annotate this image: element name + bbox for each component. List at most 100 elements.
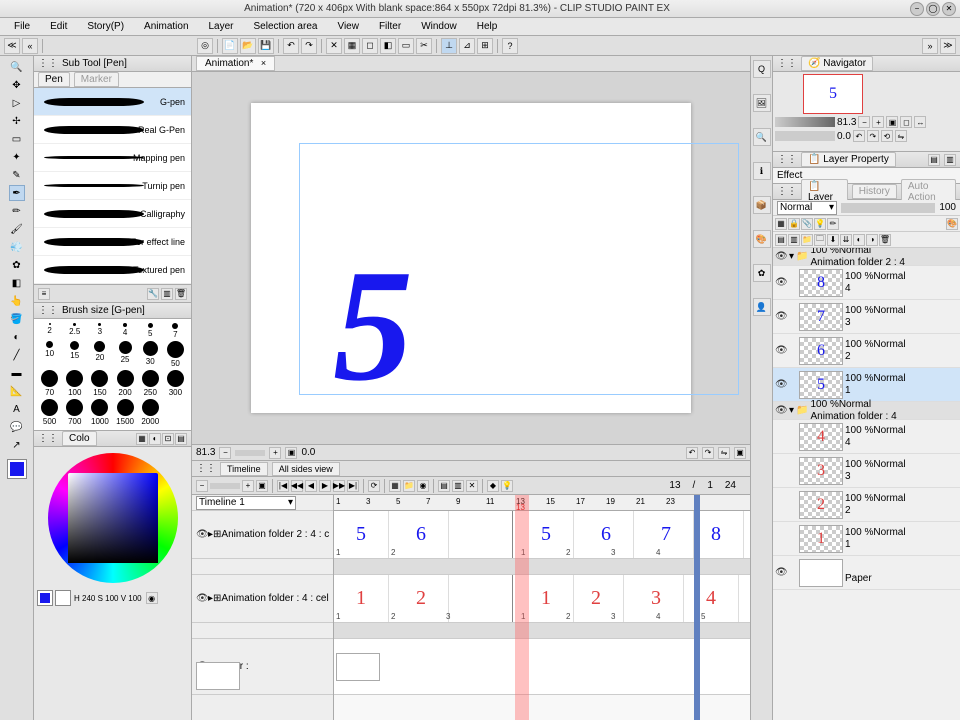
brush-size-7[interactable]: 7 xyxy=(164,323,187,339)
brush-size-30[interactable]: 30 xyxy=(139,341,162,368)
lock-trans-icon[interactable]: ▦ xyxy=(775,218,787,230)
nav-reset-icon[interactable]: ⟲ xyxy=(881,130,893,142)
color-history-icon[interactable]: ▤ xyxy=(175,433,187,445)
undo-icon[interactable]: ↶ xyxy=(283,38,299,54)
nav-zoom-slider[interactable] xyxy=(775,117,835,127)
airbrush-tool[interactable]: 💨 xyxy=(9,239,25,255)
color-set-icon[interactable]: ▦ xyxy=(136,433,148,445)
draft-icon[interactable]: ✏ xyxy=(827,218,839,230)
frame-cell[interactable]: 6 xyxy=(579,511,634,558)
balloon-tool[interactable]: 💬 xyxy=(9,419,25,435)
save-icon[interactable]: 💾 xyxy=(258,38,274,54)
menu-layer[interactable]: Layer xyxy=(199,19,244,34)
new-vector-icon[interactable]: ▥ xyxy=(788,234,800,246)
brush-size-1000[interactable]: 1000 xyxy=(88,399,111,426)
nav-rotright-icon[interactable]: ↷ xyxy=(867,130,879,142)
history-tab[interactable]: History xyxy=(852,184,897,199)
clip-studio-icon[interactable]: ◎ xyxy=(197,38,213,54)
frame-cell[interactable]: 4 xyxy=(684,575,739,622)
brush-size-100[interactable]: 100 xyxy=(63,370,86,397)
material3-icon[interactable]: 👤 xyxy=(753,298,771,316)
redo-icon[interactable]: ↷ xyxy=(301,38,317,54)
minimize-button[interactable]: − xyxy=(910,2,924,16)
close-button[interactable]: ✕ xyxy=(942,2,956,16)
playhead[interactable] xyxy=(515,495,529,720)
layer-row[interactable]: 1100 %Normal1 xyxy=(773,522,960,556)
ref-icon[interactable]: 💡 xyxy=(814,218,826,230)
handle-icon[interactable]: ⋮⋮ xyxy=(38,305,58,316)
gradient-tool[interactable]: ◐ xyxy=(9,329,25,345)
new-lfolder-icon[interactable]: 🗀 xyxy=(814,234,826,246)
border-icon[interactable]: ▭ xyxy=(398,38,414,54)
subview-icon[interactable]: 🖼 xyxy=(753,94,771,112)
special-ruler-icon[interactable]: ⊿ xyxy=(459,38,475,54)
move-tool[interactable]: ✥ xyxy=(9,77,25,93)
brush-g-pen[interactable]: G-pen xyxy=(34,88,191,116)
color-square[interactable] xyxy=(68,473,158,563)
tl-zoom-out-icon[interactable]: − xyxy=(196,480,208,492)
clear-icon[interactable]: ✕ xyxy=(326,38,342,54)
color-approx-icon[interactable]: ⊡ xyxy=(162,433,174,445)
lp-icon1[interactable]: ▤ xyxy=(928,154,940,166)
deselect-icon[interactable]: ◻ xyxy=(362,38,378,54)
color-mid-icon[interactable]: ◐ xyxy=(149,433,161,445)
new-tfolder-icon[interactable]: 📁 xyxy=(801,234,813,246)
brush-size-250[interactable]: 250 xyxy=(139,370,162,397)
new-cel-icon[interactable]: ▦ xyxy=(389,480,401,492)
color-wheel[interactable] xyxy=(48,453,178,583)
track-header-1[interactable]: 👁 ▸ ⊞ Animation folder 2 : 4 : cel xyxy=(192,511,333,559)
text-tool[interactable]: A xyxy=(9,401,25,417)
menu-file[interactable]: File xyxy=(4,19,40,34)
zoom-out-icon[interactable]: − xyxy=(219,447,231,459)
transfer-down-icon[interactable]: ⬇ xyxy=(827,234,839,246)
collapse-right-icon[interactable]: » xyxy=(922,38,938,54)
correct-tool[interactable]: ↗ xyxy=(9,437,25,453)
collapse-left-icon[interactable]: ≪ xyxy=(4,38,20,54)
brush-size-700[interactable]: 700 xyxy=(63,399,86,426)
brush-size-15[interactable]: 15 xyxy=(63,341,86,368)
brush-size-2000[interactable]: 2000 xyxy=(139,399,162,426)
keyframe-icon[interactable]: ◆ xyxy=(487,480,499,492)
brush-calligraphy[interactable]: Calligraphy xyxy=(34,200,191,228)
decoration-tool[interactable]: ✿ xyxy=(9,257,25,273)
brush-size-150[interactable]: 150 xyxy=(88,370,111,397)
layer-row[interactable]: 3100 %Normal3 xyxy=(773,454,960,488)
layer-row[interactable]: 2100 %Normal2 xyxy=(773,488,960,522)
tl-fit-icon[interactable]: ▣ xyxy=(256,480,268,492)
menu-selectionarea[interactable]: Selection area xyxy=(244,19,328,34)
layer-paper[interactable]: 👁 Paper xyxy=(773,556,960,590)
timeline-tab[interactable]: Timeline xyxy=(220,462,268,476)
layer-row[interactable]: 👁8100 %Normal4 xyxy=(773,266,960,300)
brush-size-20[interactable]: 20 xyxy=(88,341,111,368)
menu-help[interactable]: Help xyxy=(467,19,508,34)
subtool-prop-icon[interactable]: 🔧 xyxy=(147,288,159,300)
operation-tool[interactable]: ▷ xyxy=(9,95,25,111)
layer-row[interactable]: 👁6100 %Normal2 xyxy=(773,334,960,368)
flip-h-icon[interactable]: ⇋ xyxy=(718,447,730,459)
pen-tool[interactable]: ✒ xyxy=(9,185,25,201)
brush-size-200[interactable]: 200 xyxy=(113,370,136,397)
handle-icon[interactable]: ⋮⋮ xyxy=(196,463,216,474)
brush-size-10[interactable]: 10 xyxy=(38,341,61,368)
canvas-area[interactable]: 5 xyxy=(192,72,750,444)
brush-size-1500[interactable]: 1500 xyxy=(113,399,136,426)
frame-tool[interactable]: ▬ xyxy=(9,365,25,381)
select-all-icon[interactable]: ▦ xyxy=(344,38,360,54)
brush-size-2.5[interactable]: 2.5 xyxy=(63,323,86,339)
menu-animation[interactable]: Animation xyxy=(134,19,198,34)
ruler-tool[interactable]: 📐 xyxy=(9,383,25,399)
eraser-tool[interactable]: ◧ xyxy=(9,275,25,291)
brush-real-g-pen[interactable]: Real G-Pen xyxy=(34,116,191,144)
cel-batch-icon[interactable]: ▥ xyxy=(452,480,464,492)
layer-property-tab[interactable]: 📋 Layer Property xyxy=(801,152,896,167)
apply-mask-icon[interactable]: ◑ xyxy=(866,234,878,246)
menu-storyp[interactable]: Story(P) xyxy=(77,19,134,34)
cel-specify-icon[interactable]: ▤ xyxy=(438,480,450,492)
frame-cell[interactable]: 5 xyxy=(334,511,389,558)
brush-tool[interactable]: 🖌 xyxy=(9,221,25,237)
item-bank-icon[interactable]: 📦 xyxy=(753,196,771,214)
frame-cell[interactable]: 7 xyxy=(639,511,694,558)
frame-cell[interactable]: 6 xyxy=(394,511,449,558)
cel-del-icon[interactable]: ✕ xyxy=(466,480,478,492)
layer-row[interactable]: 👁5100 %Normal1 xyxy=(773,368,960,402)
